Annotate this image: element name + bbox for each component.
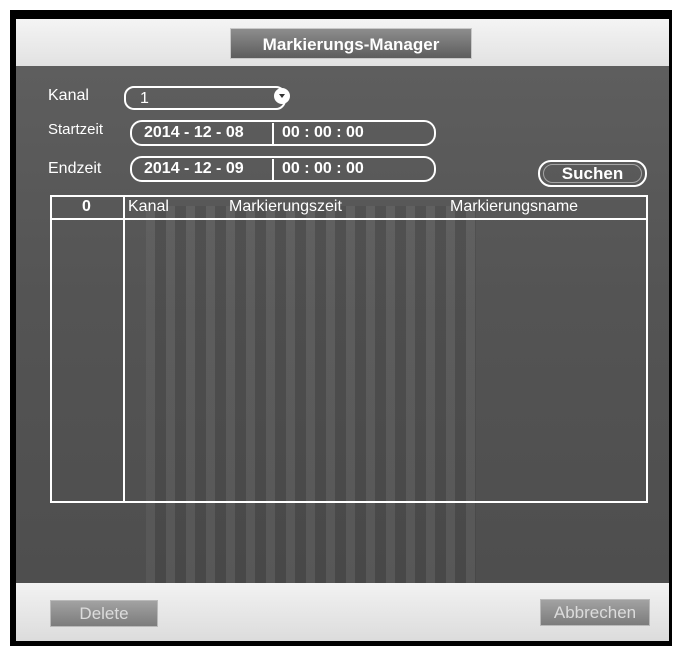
kanal-select[interactable]: 1: [124, 86, 286, 110]
kanal-label: Kanal: [48, 87, 89, 104]
column-header-kanal[interactable]: Kanal: [128, 198, 169, 216]
endzeit-label: Endzeit: [48, 160, 102, 177]
bookmark-table[interactable]: 0 Kanal Markierungszeit Markierungsname: [50, 195, 648, 503]
startzeit-time[interactable]: 00 : 00 : 00: [282, 122, 364, 144]
startzeit-field[interactable]: 2014 - 12 - 08 00 : 00 : 00: [130, 120, 436, 146]
search-button[interactable]: Suchen: [538, 160, 647, 187]
kanal-select-value: 1: [140, 90, 149, 107]
cancel-button[interactable]: Abbrechen: [540, 599, 650, 626]
endzeit-field[interactable]: 2014 - 12 - 09 00 : 00 : 00: [130, 156, 436, 182]
chevron-down-icon[interactable]: [274, 88, 290, 104]
startzeit-date[interactable]: 2014 - 12 - 08: [144, 122, 244, 144]
field-divider: [272, 159, 274, 180]
delete-button[interactable]: Delete: [50, 600, 158, 627]
startzeit-label: Startzeit: [48, 121, 104, 138]
search-button-label: Suchen: [561, 164, 624, 183]
field-divider: [272, 123, 274, 144]
column-header-markierungszeit[interactable]: Markierungszeit: [229, 198, 342, 216]
table-column-divider: [123, 197, 125, 501]
endzeit-time[interactable]: 00 : 00 : 00: [282, 158, 364, 180]
endzeit-date[interactable]: 2014 - 12 - 09: [144, 158, 244, 180]
table-header-divider: [52, 218, 646, 220]
column-header-count[interactable]: 0: [82, 198, 91, 216]
dialog-title: Markierungs-Manager: [230, 28, 472, 59]
column-header-markierungsname[interactable]: Markierungsname: [450, 198, 578, 216]
